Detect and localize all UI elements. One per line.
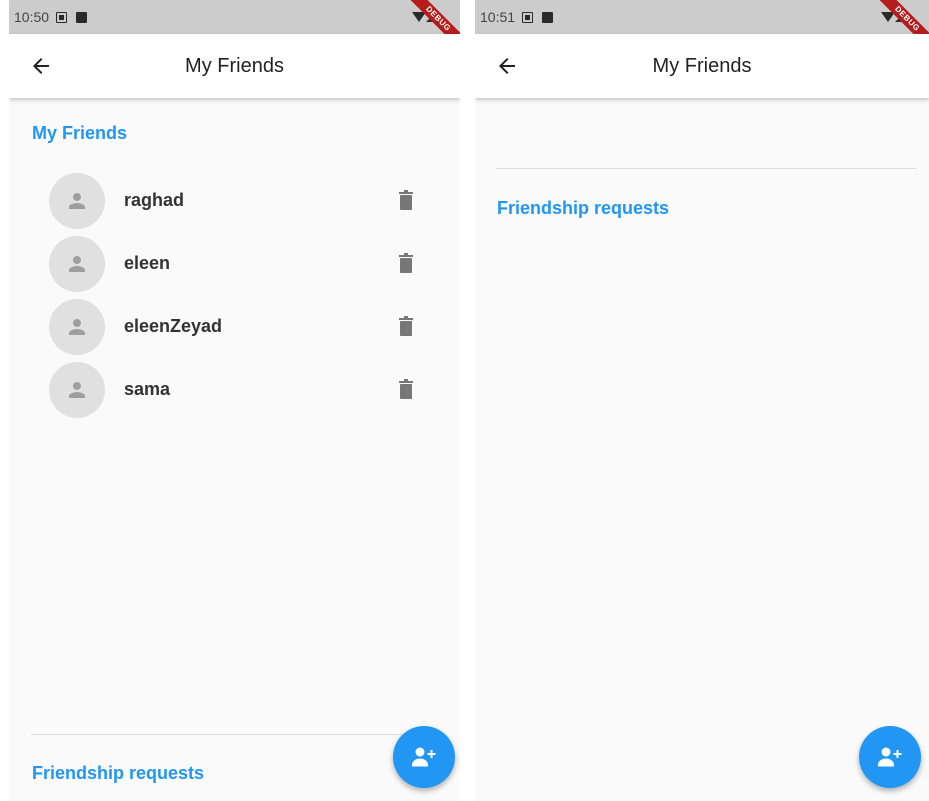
requests-section-header: Friendship requests [497, 198, 670, 218]
add-person-icon [412, 747, 436, 767]
avatar [49, 362, 105, 418]
notification-icon [56, 12, 67, 23]
friend-item[interactable]: eleenZeyad [49, 299, 429, 359]
avatar [49, 173, 105, 229]
status-time: 10:51 [480, 9, 516, 25]
trash-icon[interactable] [399, 190, 413, 210]
status-bar: 10:51 DEBUG [475, 0, 929, 52]
person-icon [69, 382, 85, 398]
add-person-icon [878, 747, 902, 767]
add-friend-button[interactable] [393, 726, 455, 788]
page-title: My Friends [185, 55, 284, 77]
friend-item[interactable]: eleen [49, 236, 429, 296]
divider [31, 734, 438, 735]
status-time: 10:50 [14, 9, 50, 25]
app-bar: My Friends [9, 34, 460, 98]
trash-icon[interactable] [399, 253, 413, 273]
screen-friendship-requests: 10:51 DEBUG My Friends Friendship reques… [475, 0, 929, 801]
friend-name: raghad [124, 190, 185, 210]
sd-card-icon [542, 12, 553, 23]
trash-icon[interactable] [399, 316, 413, 336]
status-bar: 10:50 DEBUG [9, 0, 460, 52]
avatar [49, 236, 105, 292]
friends-section-header: My Friends [32, 123, 128, 143]
friend-name: sama [124, 379, 171, 399]
add-friend-button[interactable] [859, 726, 921, 788]
person-icon [69, 319, 85, 335]
friend-name: eleen [124, 253, 171, 273]
notification-icon [522, 12, 533, 23]
trash-icon[interactable] [399, 379, 413, 399]
requests-section-header: Friendship requests [32, 763, 205, 783]
friend-item[interactable]: sama [49, 362, 429, 422]
divider [496, 168, 917, 169]
person-icon [69, 256, 85, 272]
sd-card-icon [76, 12, 87, 23]
app-bar: My Friends [475, 34, 929, 98]
screen-my-friends: 10:50 DEBUG My Friends My Friends raghad… [9, 0, 460, 801]
avatar [49, 299, 105, 355]
page-title: My Friends [652, 55, 752, 77]
person-icon [69, 193, 85, 209]
friend-item[interactable]: raghad [49, 173, 429, 233]
friend-name: eleenZeyad [124, 316, 223, 336]
